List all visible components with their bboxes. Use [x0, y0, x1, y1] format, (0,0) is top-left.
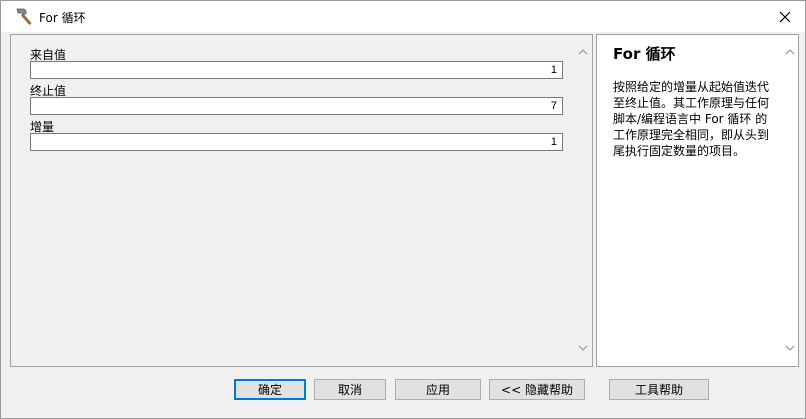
chevron-up-icon [785, 48, 794, 54]
parameters-scrollbar[interactable] [574, 35, 591, 366]
chevron-down-icon [578, 345, 587, 351]
increment-input[interactable]: 1 [30, 133, 563, 151]
hide-help-button[interactable]: << 隐藏帮助 [489, 379, 585, 400]
from-value-input[interactable]: 1 [30, 61, 563, 79]
parameters-panel: 来自值 1 终止值 7 增量 1 [10, 34, 593, 367]
tool-help-button[interactable]: 工具帮助 [609, 379, 709, 400]
chevron-up-icon [578, 48, 587, 54]
help-text: 按照给定的增量从起始值迭代至终止值。其工作原理与任何脚本/编程语言中 For 循… [613, 80, 770, 158]
help-panel: For 循环 按照给定的增量从起始值迭代至终止值。其工作原理与任何脚本/编程语言… [596, 34, 799, 367]
cancel-button[interactable]: 取消 [314, 379, 386, 400]
help-scrollbar[interactable] [781, 35, 798, 366]
scroll-up-button[interactable] [574, 43, 591, 60]
window-title: For 循环 [39, 11, 86, 25]
title-bar[interactable]: For 循环 [1, 1, 805, 32]
chevron-down-icon [785, 345, 794, 351]
to-value-input[interactable]: 7 [30, 97, 563, 115]
close-button[interactable] [765, 1, 805, 32]
apply-button[interactable]: 应用 [395, 379, 481, 400]
help-title: For 循环 [613, 45, 676, 63]
for-loop-dialog: For 循环 来自值 1 终止值 7 增量 1 For 循环 按照给定的增量从起… [0, 0, 806, 419]
hammer-icon [16, 8, 32, 25]
help-scroll-up-button[interactable] [781, 43, 798, 60]
help-scroll-down-button[interactable] [781, 339, 798, 356]
ok-button[interactable]: 确定 [234, 379, 306, 400]
button-bar: 确定 取消 应用 << 隐藏帮助 工具帮助 [1, 369, 805, 418]
close-icon [779, 11, 791, 22]
scroll-down-button[interactable] [574, 339, 591, 356]
